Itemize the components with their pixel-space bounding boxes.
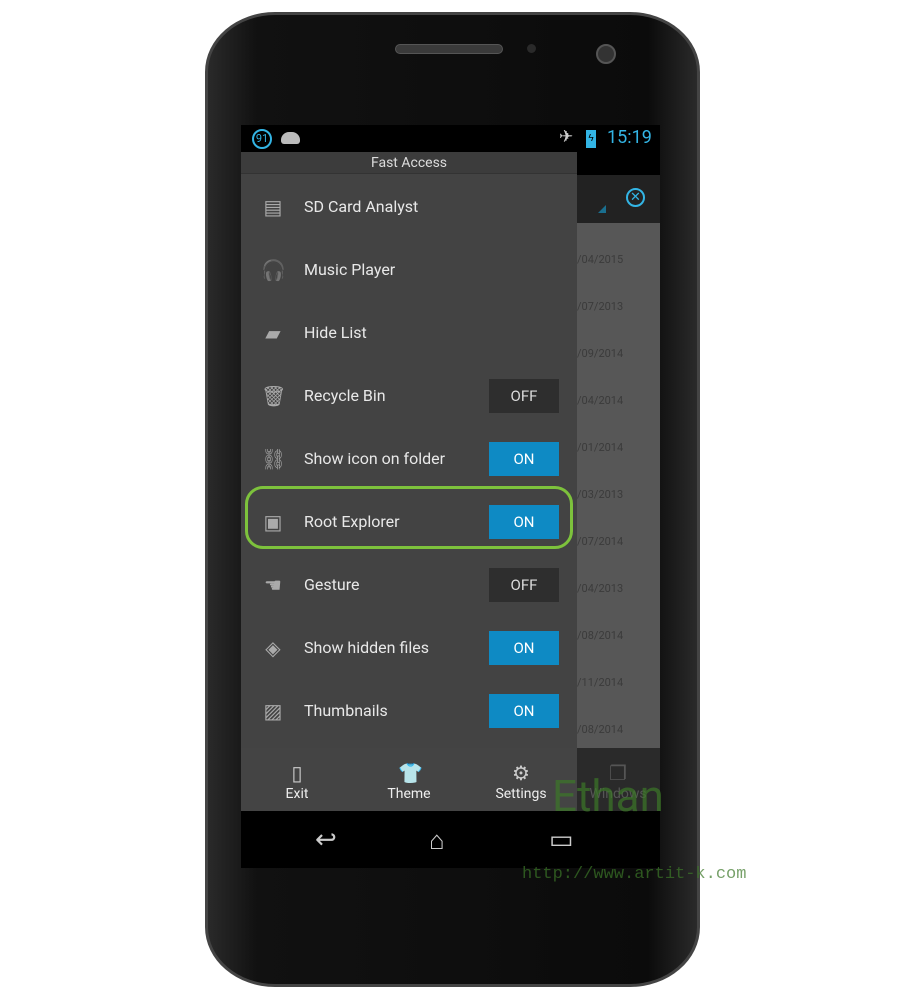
sd-card-icon: ▤ xyxy=(263,195,283,219)
airplane-icon: ✈ xyxy=(559,127,574,147)
status-bar: 91 ✈ ϟ 15:19 xyxy=(241,125,660,152)
drawer-item[interactable]: ⛓ Show icon on folder ON xyxy=(241,427,577,490)
notification-badge: 91 xyxy=(252,129,272,149)
drawer-item[interactable]: ▤ SD Card Analyst xyxy=(241,175,577,238)
background-file-list: /04/2015/07/2013/09/2014/04/2014/01/2014… xyxy=(577,223,660,748)
drawer-item[interactable]: ▨ Thumbnails ON xyxy=(241,679,577,742)
door-icon: ▯ xyxy=(291,761,303,785)
battery-charging-icon: ϟ xyxy=(586,130,596,148)
background-header xyxy=(577,175,660,223)
theme-label: Theme xyxy=(387,786,431,802)
drawer-item-label: Show hidden files xyxy=(304,638,429,657)
home-button[interactable]: ⌂ xyxy=(429,825,445,856)
settings-label: Settings xyxy=(495,786,547,802)
file-date: /03/2013 xyxy=(577,488,624,501)
file-date: /04/2014 xyxy=(577,394,624,407)
trash-icon: 🗑 xyxy=(261,384,287,408)
file-date: /04/2015 xyxy=(577,253,624,266)
hand-icon: ☚ xyxy=(264,573,282,597)
drawer-item[interactable]: 🎧 Music Player xyxy=(241,238,577,301)
file-date: /07/2013 xyxy=(577,300,624,313)
drawer-item[interactable]: ☚ Gesture OFF xyxy=(241,553,577,616)
file-date: /08/2014 xyxy=(577,723,624,736)
toggle-switch[interactable]: ON xyxy=(489,442,559,476)
drawer-item-label: Root Explorer xyxy=(304,512,400,531)
drawer-item[interactable]: ◈ Show hidden files ON xyxy=(241,616,577,679)
headphones-icon: 🎧 xyxy=(261,258,286,282)
front-camera xyxy=(596,44,616,64)
toggle-switch[interactable]: OFF xyxy=(489,568,559,602)
clock: 15:19 xyxy=(607,127,652,148)
speaker-grille xyxy=(395,44,503,54)
theme-button[interactable]: 👕 Theme xyxy=(353,748,465,811)
sort-indicator-icon xyxy=(598,205,606,213)
drawer-item[interactable]: ▰ Hide List xyxy=(241,301,577,364)
drawer-item[interactable]: 🗑 Recycle Bin OFF xyxy=(241,364,577,427)
close-icon[interactable]: ✕ xyxy=(626,188,645,207)
file-date: /04/2013 xyxy=(577,582,624,595)
drawer-item-label: Gesture xyxy=(304,575,360,594)
drawer-item-label: Recycle Bin xyxy=(304,386,386,405)
drawer-item[interactable]: ▣ Root Explorer ON xyxy=(241,486,577,553)
drawer-item-label: Show icon on folder xyxy=(304,449,446,468)
drawer-title: Fast Access xyxy=(241,152,577,174)
root-explorer-icon: ▣ xyxy=(263,510,283,534)
file-date: /07/2014 xyxy=(577,535,624,548)
back-button[interactable]: ↩ xyxy=(315,825,337,855)
exit-button[interactable]: ▯ Exit xyxy=(241,748,353,811)
toggle-switch[interactable]: ON xyxy=(489,631,559,665)
android-icon xyxy=(281,132,300,144)
drawer-item-label: Thumbnails xyxy=(304,701,388,720)
file-date: /11/2014 xyxy=(577,676,624,689)
gear-icon: ⚙ xyxy=(512,761,530,785)
file-date: /09/2014 xyxy=(577,347,624,360)
tshirt-icon: 👕 xyxy=(398,761,423,785)
recents-button[interactable]: ▭ xyxy=(549,825,574,855)
sensor xyxy=(527,44,536,53)
toggle-switch[interactable]: OFF xyxy=(489,379,559,413)
drawer-item-label: Music Player xyxy=(304,260,396,279)
watermark-name: Ethan xyxy=(552,770,664,822)
fast-access-drawer: Fast Access ▤ SD Card Analyst 🎧 Music Playe… xyxy=(241,152,577,748)
drawer-item-label: SD Card Analyst xyxy=(304,197,419,216)
hidden-file-icon: ◈ xyxy=(265,636,281,660)
locked-folder-icon: ▰ xyxy=(265,321,281,345)
exit-label: Exit xyxy=(285,786,309,802)
toggle-switch[interactable]: ON xyxy=(489,694,559,728)
file-date: /08/2014 xyxy=(577,629,624,642)
watermark-url: http://www.artit-k.com xyxy=(522,865,747,884)
drawer-item-label: Hide List xyxy=(304,323,367,342)
image-icon: ▨ xyxy=(263,699,283,723)
file-date: /01/2014 xyxy=(577,441,624,454)
screen: 91 ✈ ϟ 15:19 ✕ /04/2015/07/2013/09/2014/… xyxy=(241,125,660,868)
toggle-switch[interactable]: ON xyxy=(489,505,559,539)
link-icon: ⛓ xyxy=(261,447,287,471)
